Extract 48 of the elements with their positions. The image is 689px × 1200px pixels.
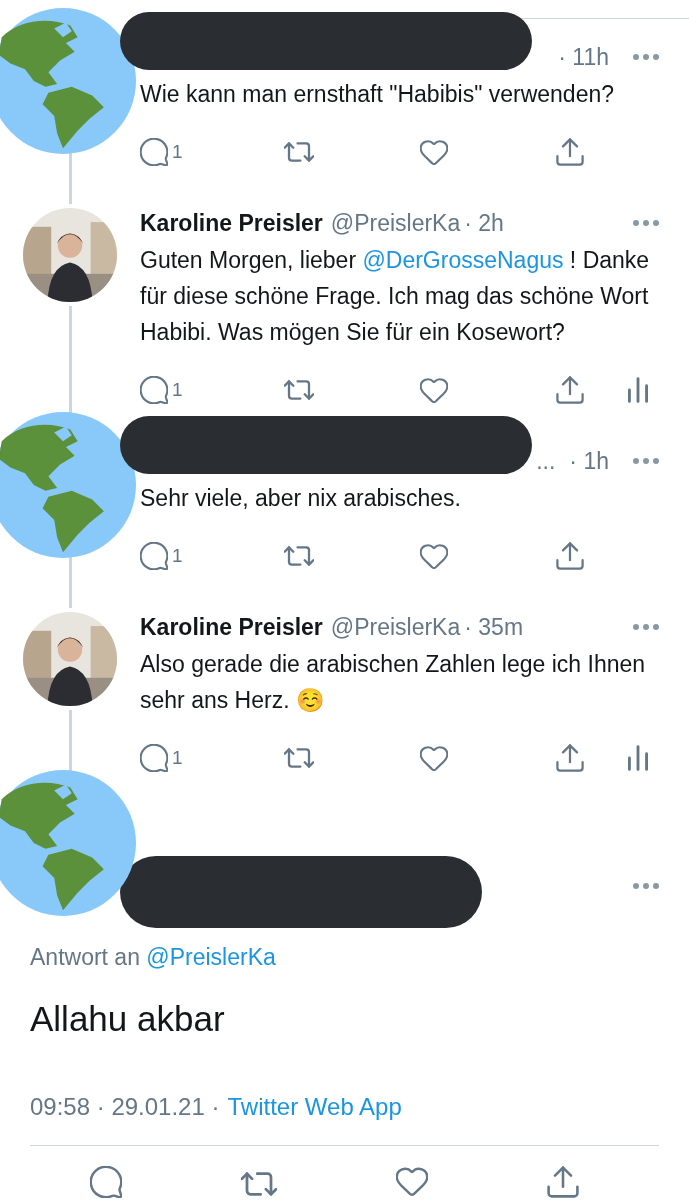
like-icon[interactable] bbox=[396, 1166, 429, 1196]
globe-avatar[interactable] bbox=[0, 8, 136, 154]
tweet-time: · 11h bbox=[558, 42, 609, 72]
like-icon[interactable] bbox=[420, 745, 448, 771]
more-icon[interactable] bbox=[633, 458, 659, 464]
more-icon[interactable] bbox=[633, 54, 659, 60]
like-icon[interactable] bbox=[420, 377, 448, 403]
reply-button[interactable]: 1 bbox=[140, 743, 284, 773]
reply-button[interactable]: 1 bbox=[140, 375, 284, 405]
source-link[interactable]: Twitter Web App bbox=[227, 1089, 402, 1125]
reply-button[interactable]: 1 bbox=[140, 137, 284, 167]
tweet-timestamp: 09:58 · 29.01.21 · bbox=[30, 1092, 220, 1122]
tweet-time: · 1h bbox=[569, 446, 609, 476]
reply-icon bbox=[140, 138, 168, 166]
tweet-time: · 2h bbox=[464, 208, 504, 238]
analytics-icon[interactable] bbox=[628, 745, 648, 771]
share-icon[interactable] bbox=[556, 744, 584, 772]
like-icon[interactable] bbox=[420, 139, 448, 165]
tweet-text: Allahu akbar bbox=[30, 997, 226, 1040]
reply-icon bbox=[140, 542, 168, 570]
user-name[interactable]: Karoline Preisler bbox=[140, 205, 323, 241]
reply-icon[interactable] bbox=[89, 1166, 122, 1198]
analytics-icon[interactable] bbox=[628, 377, 648, 403]
share-icon[interactable] bbox=[556, 376, 584, 404]
reply-icon bbox=[140, 376, 168, 404]
mention-link[interactable]: @DerGrosseNagus bbox=[362, 247, 564, 273]
user-handle: @PreislerKa bbox=[330, 612, 461, 642]
share-icon[interactable] bbox=[547, 1166, 580, 1198]
handle-link[interactable]: @PreislerKa bbox=[146, 944, 276, 970]
reply-to-line: Antwort an @PreislerKa bbox=[30, 943, 277, 972]
more-icon[interactable] bbox=[633, 624, 659, 630]
tweet-text: Guten Morgen, lieber @DerGrosseNagus ! Danke für diese schöne Frage. Ich mag das schöne Wort Habibi. Was mögen Sie für ein Kosewort? bbox=[140, 246, 651, 347]
globe-avatar[interactable] bbox=[0, 412, 136, 558]
name-tail: ... bbox=[536, 446, 556, 476]
user-name[interactable]: Karoline Preisler bbox=[140, 609, 323, 645]
share-icon[interactable] bbox=[556, 542, 584, 570]
more-icon[interactable] bbox=[633, 883, 659, 889]
more-icon[interactable] bbox=[633, 220, 659, 226]
reply-icon bbox=[140, 744, 168, 772]
tweet-text: Also gerade die arabischen Zahlen lege ich Ihnen sehr ans Herz. ☺ bbox=[140, 650, 647, 715]
user-handle: @PreislerKa bbox=[330, 208, 461, 238]
tweet-time: · 35m bbox=[464, 612, 524, 642]
tweet-text: Wie kann man ernsthaft "Habibis" verwenden? bbox=[140, 80, 615, 109]
reply-button[interactable]: 1 bbox=[140, 541, 284, 571]
share-icon[interactable] bbox=[556, 138, 584, 166]
like-icon[interactable] bbox=[420, 543, 448, 569]
globe-avatar[interactable] bbox=[0, 770, 136, 916]
tweet-text: Sehr viele, aber nix arabisches. bbox=[140, 484, 462, 513]
